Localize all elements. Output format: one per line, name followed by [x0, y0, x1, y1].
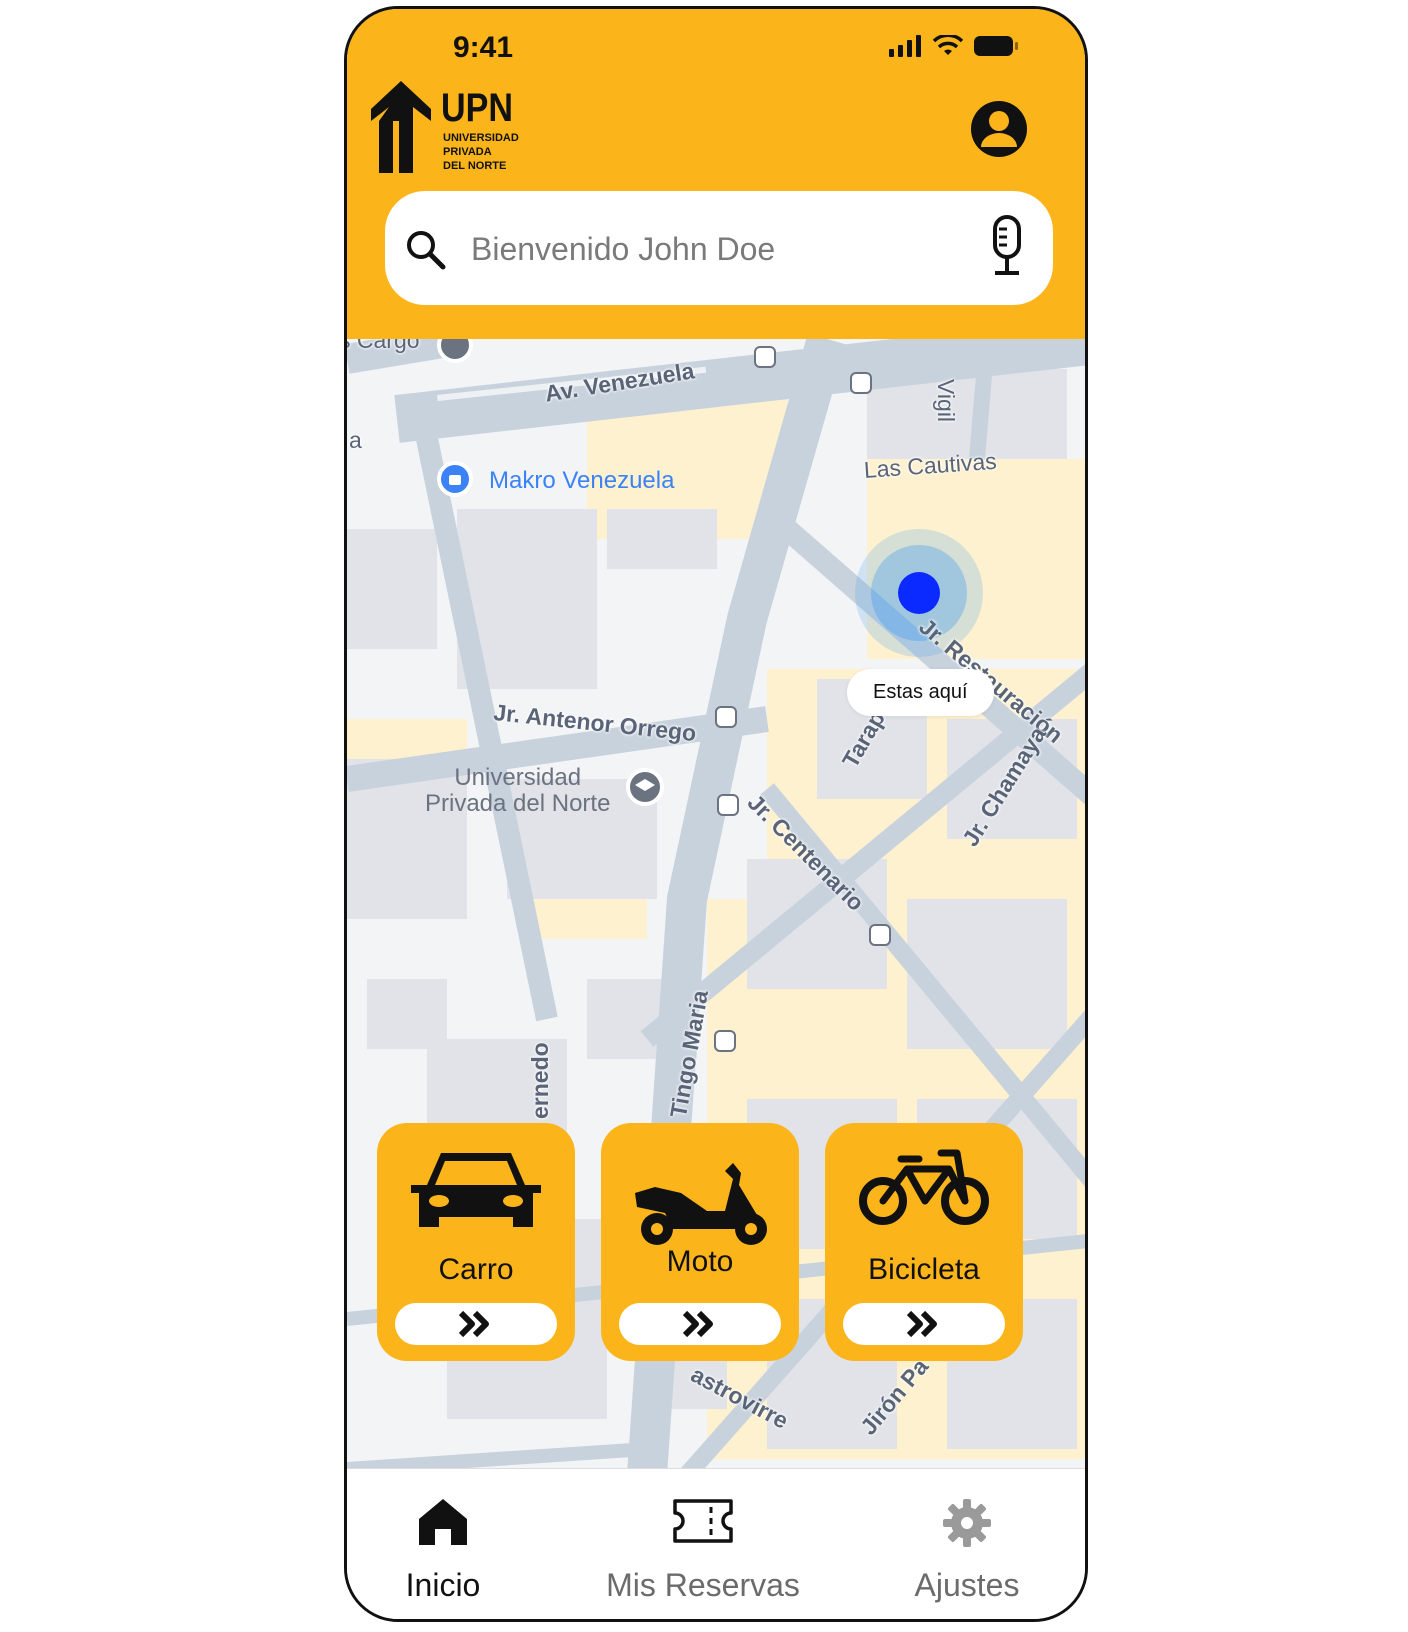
map-poi-upn-line-2: Privada del Norte — [425, 790, 611, 817]
app-header: 9:41 UPN UNIVERSIDAD PRIVADA DEL NORTE B… — [347, 9, 1085, 339]
current-location-dot — [898, 572, 940, 614]
map-label-letter-a: a — [349, 427, 362, 453]
tab-inicio[interactable]: Inicio — [347, 1487, 553, 1607]
map-label-bernedo: ernedo — [527, 1042, 553, 1119]
home-icon — [419, 1499, 467, 1545]
tab-ajustes[interactable]: Ajustes — [857, 1487, 1077, 1607]
gear-icon — [943, 1499, 991, 1547]
status-time: 9:41 — [453, 31, 514, 64]
go-button-bicicleta[interactable] — [843, 1303, 1005, 1345]
tab-label-ajustes: Ajustes — [914, 1567, 1020, 1603]
map-label-vigil: Vigil — [933, 379, 959, 423]
go-button-moto[interactable] — [619, 1303, 781, 1345]
wifi-icon — [933, 35, 963, 55]
you-are-here-label: Estas aquí — [847, 669, 994, 716]
logo-line-1: UNIVERSIDAD — [443, 132, 519, 144]
vehicle-label-bicicleta: Bicicleta — [868, 1253, 980, 1286]
vehicle-card-carro[interactable]: Carro — [377, 1123, 575, 1361]
chevrons-right-icon — [682, 1310, 713, 1338]
logo-line-3: DEL NORTE — [443, 160, 506, 172]
bottom-tab-bar: Inicio Mis Reservas Ajustes — [347, 1468, 1085, 1619]
battery-icon — [974, 36, 1018, 56]
map-poi-upn[interactable]: Universidad Privada del Norte — [425, 765, 610, 817]
profile-icon[interactable] — [969, 99, 1029, 159]
vehicle-card-moto[interactable]: Moto — [601, 1123, 799, 1361]
go-button-carro[interactable] — [395, 1303, 557, 1345]
search-icon[interactable] — [403, 227, 447, 271]
map-poi-makro[interactable]: Makro Venezuela — [489, 467, 674, 495]
scooter-icon — [635, 1163, 767, 1245]
bicycle-icon — [859, 1149, 989, 1225]
search-bar[interactable] — [385, 191, 1053, 305]
vehicle-label-moto: Moto — [666, 1245, 734, 1278]
logo-mark: UPN — [441, 86, 513, 130]
vehicle-card-bicicleta[interactable]: Bicicleta — [825, 1123, 1023, 1361]
car-icon — [411, 1153, 541, 1227]
upn-logo: UPN UNIVERSIDAD PRIVADA DEL NORTE — [371, 81, 519, 173]
map-poi-upn-line-1: Universidad — [454, 764, 582, 791]
logo-line-2: PRIVADA — [443, 146, 492, 158]
tab-label-mis-reservas: Mis Reservas — [606, 1567, 800, 1603]
status-icons — [889, 35, 1019, 57]
chevrons-right-icon — [458, 1310, 489, 1338]
vehicle-label-carro: Carro — [438, 1253, 514, 1286]
search-input[interactable] — [469, 221, 953, 277]
microphone-icon[interactable] — [985, 215, 1029, 277]
tab-label-inicio: Inicio — [405, 1567, 481, 1603]
signal-icon — [889, 35, 921, 57]
chevrons-right-icon — [906, 1310, 937, 1338]
phone-frame: 9:41 UPN UNIVERSIDAD PRIVADA DEL NORTE B… — [344, 6, 1088, 1622]
ticket-icon — [673, 1499, 733, 1543]
map-label-cargo: s Cargo — [347, 339, 420, 353]
tab-mis-reservas[interactable]: Mis Reservas — [593, 1487, 813, 1607]
